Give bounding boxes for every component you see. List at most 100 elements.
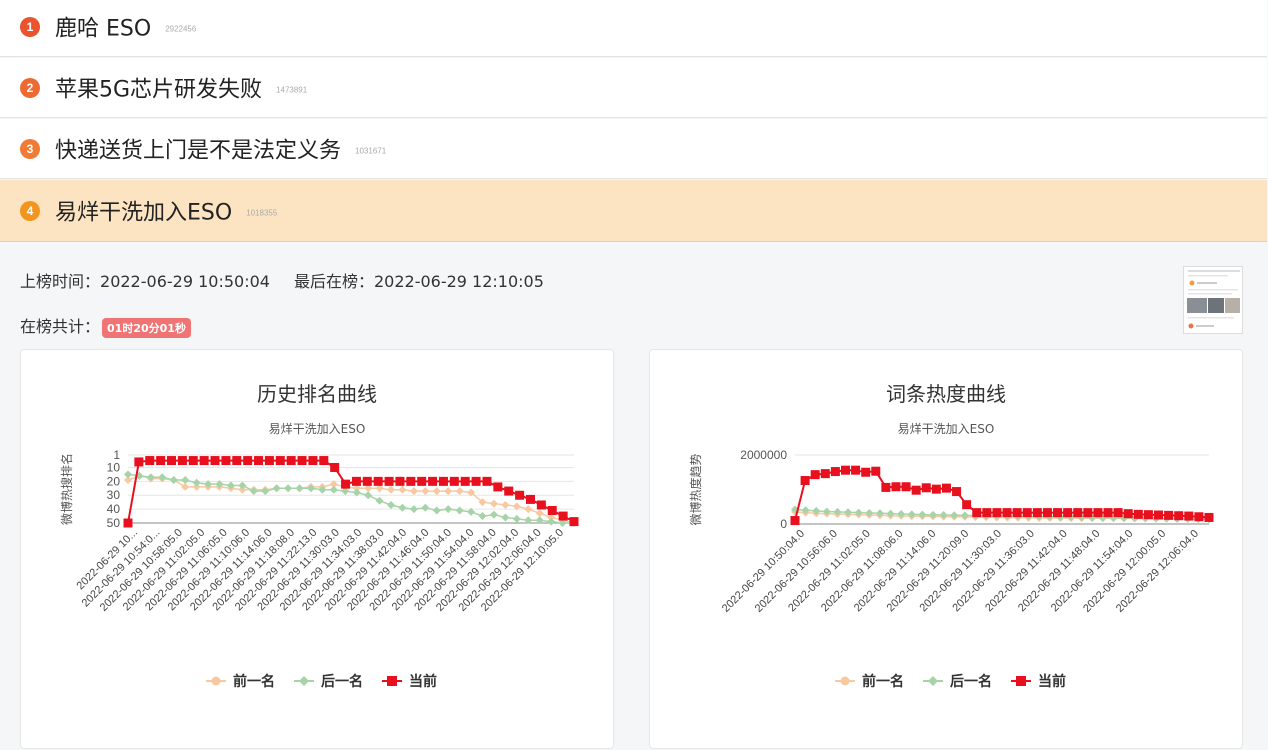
data-point <box>962 500 972 510</box>
rank-badge: 4 <box>20 200 40 221</box>
data-point <box>438 476 448 486</box>
data-point <box>1164 510 1174 520</box>
data-point <box>871 466 881 476</box>
data-point <box>329 485 338 494</box>
rank-badge: 3 <box>20 138 40 159</box>
hot-topic-title[interactable]: 苹果5G芯片研发失败 1473891 <box>55 71 307 103</box>
hot-topic-title-text[interactable]: 苹果5G芯片研发失败 <box>55 77 262 102</box>
hot-list-row-3[interactable]: 3 快递送货上门是不是法定义务 1031671 <box>0 119 1267 179</box>
data-point <box>1174 511 1184 521</box>
data-point <box>1123 509 1133 519</box>
legend-marker <box>840 676 850 686</box>
data-point <box>362 476 372 486</box>
data-point <box>351 476 361 486</box>
heat-count: 2922456 <box>165 24 197 34</box>
data-point <box>199 456 209 466</box>
data-point <box>1143 510 1153 520</box>
data-point <box>489 499 498 508</box>
data-point <box>145 456 155 466</box>
hot-topic-title-text[interactable]: 鹿哈 ESO <box>55 16 151 41</box>
data-point <box>929 510 937 519</box>
data-point <box>504 486 514 496</box>
y-tick-label: 10 <box>107 460 121 474</box>
data-point <box>861 467 871 477</box>
data-point <box>1002 508 1012 518</box>
data-point <box>123 518 133 528</box>
data-point <box>1113 508 1123 518</box>
data-point <box>375 496 384 505</box>
data-point <box>840 465 850 475</box>
onboard-info: 上榜时间：2022-06-29 10:50:04 最后在榜：2022-06-29 … <box>20 268 544 292</box>
data-point <box>398 485 407 494</box>
data-point <box>1093 508 1103 518</box>
data-point <box>295 484 304 493</box>
hot-list-row-1[interactable]: 1 鹿哈 ESO 2922456 <box>0 0 1267 57</box>
heat-count: 1018355 <box>246 208 278 218</box>
data-point <box>911 485 921 495</box>
hot-topic-title-text[interactable]: 快递送货上门是不是法定义务 <box>55 138 341 163</box>
hot-topic-title[interactable]: 易烊干洗加入ESO 1018355 <box>55 194 277 226</box>
data-point <box>432 506 441 515</box>
data-point <box>406 476 416 486</box>
data-point <box>341 479 351 489</box>
legend-label: 前一名 <box>862 673 904 690</box>
data-point <box>939 511 948 520</box>
data-point <box>460 476 470 486</box>
y-axis-label: 微博热度趋势 <box>688 453 703 525</box>
rank-history-chart: 11020304050微博热搜排名2022-06-29 10...2022-06… <box>59 448 579 690</box>
data-point <box>308 456 318 466</box>
data-point <box>992 508 1002 518</box>
data-point <box>232 456 242 466</box>
data-point <box>536 500 546 510</box>
data-point <box>421 487 430 496</box>
data-point <box>284 484 293 493</box>
data-point <box>261 487 270 496</box>
data-point <box>238 481 247 490</box>
data-point <box>881 482 891 492</box>
y-tick-label: 2000000 <box>740 448 787 462</box>
data-point <box>1012 508 1022 518</box>
data-point <box>972 508 982 518</box>
rank-badge: 1 <box>20 16 40 37</box>
hot-topic-title[interactable]: 鹿哈 ESO 2922456 <box>55 10 196 42</box>
data-point <box>960 511 969 520</box>
data-point <box>221 456 231 466</box>
hot-list-row-2[interactable]: 2 苹果5G芯片研发失败 1473891 <box>0 58 1267 118</box>
data-point <box>275 456 285 466</box>
hot-list-row-4-selected[interactable]: 4 易烊干洗加入ESO 1018355 <box>0 180 1267 242</box>
data-point <box>1103 508 1113 518</box>
data-point <box>417 476 427 486</box>
data-point <box>830 467 840 477</box>
data-point <box>1184 511 1194 521</box>
data-point <box>493 482 503 492</box>
legend-marker <box>1016 676 1026 686</box>
data-point <box>1083 508 1093 518</box>
data-point <box>156 456 166 466</box>
data-point <box>181 482 190 491</box>
data-point <box>569 517 579 527</box>
y-tick-label: 30 <box>107 488 121 502</box>
hot-topic-title[interactable]: 快递送货上门是不是法定义务 1031671 <box>55 132 386 164</box>
data-point <box>455 487 464 496</box>
data-point <box>373 476 383 486</box>
legend-marker <box>387 676 397 686</box>
onboard-label: 上榜时间： <box>20 272 101 291</box>
data-point <box>306 484 315 493</box>
data-point <box>444 487 453 496</box>
data-point <box>272 484 281 493</box>
data-point <box>254 456 264 466</box>
data-point <box>478 512 487 521</box>
data-point <box>264 456 274 466</box>
data-point <box>449 476 459 486</box>
data-point <box>1032 508 1042 518</box>
legend-label: 后一名 <box>321 673 363 690</box>
data-point <box>330 462 340 472</box>
legend-label: 当前 <box>1038 673 1066 690</box>
data-point <box>501 500 510 509</box>
data-point <box>432 487 441 496</box>
weibo-screenshot-thumbnail[interactable] <box>1183 266 1243 334</box>
data-point <box>181 475 190 484</box>
heat-trend-chart-panel: 词条热度曲线 易烊干洗加入ESO 0 2000000 微博热度趋势 2022-06-2… <box>649 349 1243 749</box>
hot-topic-title-text[interactable]: 易烊干洗加入ESO <box>55 200 232 225</box>
rank-badge: 2 <box>20 77 40 98</box>
